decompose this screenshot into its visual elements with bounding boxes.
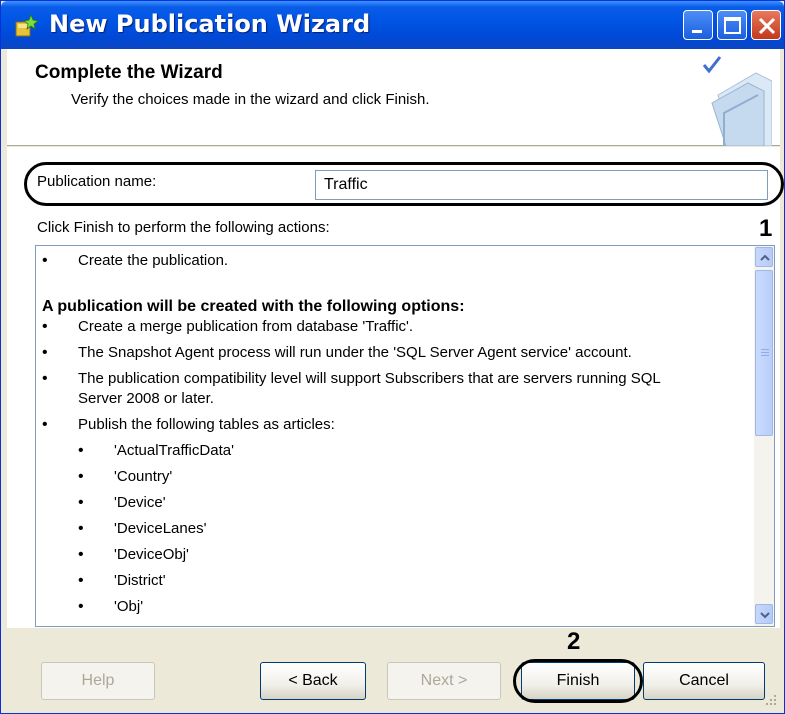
- list-item: • Publish the following tables as article…: [42, 416, 335, 433]
- table-article-item: • 'District': [78, 572, 166, 589]
- book-checkmark-icon: [702, 56, 772, 146]
- help-button[interactable]: Help: [41, 662, 155, 700]
- close-button[interactable]: [751, 10, 781, 40]
- scroll-thumb[interactable]: [755, 270, 773, 436]
- minimize-icon: [692, 30, 702, 33]
- summary-textbox[interactable]: • Create the publication. A publication w…: [35, 245, 775, 627]
- next-button[interactable]: Next >: [387, 662, 501, 700]
- wizard-footer: 2 Help < Back Next > Finish Cancel: [7, 627, 780, 709]
- close-icon: [758, 17, 776, 35]
- summary-heading: A publication will be created with the f…: [42, 298, 465, 315]
- page-subtitle: Verify the choices made in the wizard an…: [71, 91, 430, 108]
- maximize-icon: [724, 17, 741, 34]
- minimize-button[interactable]: [683, 10, 713, 40]
- table-article-item: • 'DeviceObj': [78, 546, 189, 563]
- wizard-header: Complete the Wizard Verify the choices m…: [7, 49, 780, 146]
- back-button[interactable]: < Back: [260, 662, 366, 700]
- chevron-down-icon: [760, 612, 770, 619]
- publication-name-label: Publication name:: [37, 173, 157, 190]
- vertical-scrollbar[interactable]: [754, 246, 774, 626]
- wizard-window: New Publication Wizard Complete the Wiza…: [0, 0, 785, 714]
- list-item: • The publication compatibility level wil…: [42, 370, 661, 387]
- table-article-item: • 'DeviceLanes': [78, 520, 207, 537]
- list-item-continuation: Server 2008 or later.: [78, 390, 214, 407]
- title-bar[interactable]: New Publication Wizard: [1, 1, 784, 49]
- table-article-item: • 'Device': [78, 494, 166, 511]
- annotation-number-1: 1: [759, 215, 773, 242]
- scroll-down-button[interactable]: [755, 604, 773, 624]
- cancel-button[interactable]: Cancel: [643, 662, 765, 700]
- actions-label: Click Finish to perform the following ac…: [37, 219, 330, 236]
- window-title: New Publication Wizard: [49, 10, 371, 38]
- maximize-button[interactable]: [717, 10, 747, 40]
- table-article-item: • 'Obj': [78, 598, 144, 615]
- table-article-item: • 'Country': [78, 468, 173, 485]
- table-article-item: • 'ActualTrafficData': [78, 442, 234, 459]
- summary-content: • Create the publication. A publication w…: [36, 246, 756, 626]
- publication-name-field[interactable]: [315, 170, 768, 200]
- chevron-up-icon: [760, 254, 770, 261]
- scroll-up-button[interactable]: [755, 247, 773, 267]
- wizard-app-icon: [15, 13, 39, 37]
- page-title: Complete the Wizard: [35, 62, 223, 83]
- annotation-number-2: 2: [567, 628, 581, 655]
- resize-grip-icon[interactable]: [764, 693, 778, 707]
- wizard-body: Publication name: Click Finish to perfor…: [7, 147, 784, 627]
- list-item: • Create a merge publication from databas…: [42, 318, 414, 335]
- list-item: • Create the publication.: [42, 252, 229, 269]
- list-item: • The Snapshot Agent process will run und…: [42, 344, 632, 361]
- finish-button[interactable]: Finish: [521, 662, 635, 700]
